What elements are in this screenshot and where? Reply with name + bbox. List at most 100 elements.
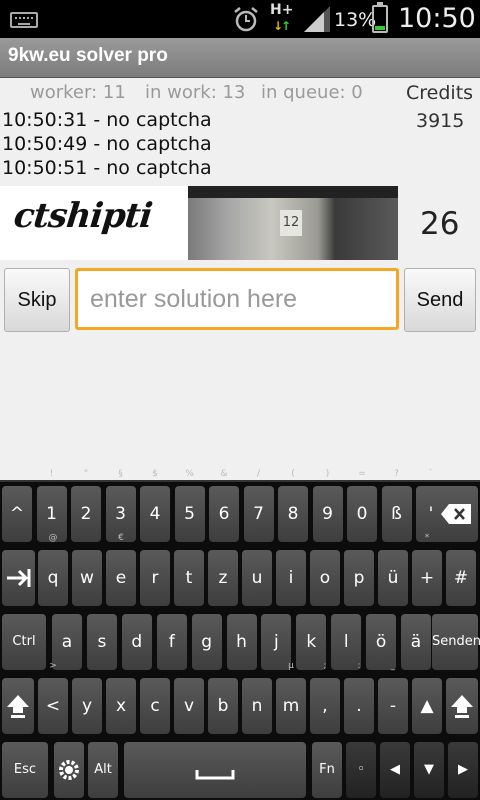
key-%5E[interactable]: ^ (2, 486, 32, 542)
key-i[interactable]: i (276, 550, 306, 606)
nav-center-key[interactable]: ◦ (346, 742, 376, 798)
captcha-text-image: ctshipti (0, 186, 188, 260)
key-p[interactable]: p (344, 550, 374, 606)
space-icon (195, 770, 235, 780)
key-s[interactable]: s (86, 614, 117, 670)
main-content: worker: 11 in work: 13 in queue: 0 Credi… (0, 78, 480, 480)
log-entry: 10:50:31 - no captcha (2, 109, 212, 131)
key-e[interactable]: e € (106, 533, 136, 606)
skip-button[interactable]: Skip (4, 268, 70, 332)
key-alt-char: = (358, 469, 366, 479)
key-alt-char: % (185, 469, 194, 479)
esc-key[interactable]: Esc (2, 742, 48, 798)
key-alt-char: € (118, 533, 124, 543)
shift-icon (451, 695, 473, 718)
backspace-key[interactable] (434, 486, 478, 542)
alt-key[interactable]: Alt (88, 742, 118, 798)
key-alt-char: § (118, 469, 123, 479)
tab-key[interactable] (2, 550, 35, 606)
key-x[interactable]: x (106, 678, 136, 734)
battery-icon (372, 2, 388, 33)
worker-count: worker: 11 (30, 82, 126, 103)
key-v[interactable]: v (174, 678, 204, 734)
status-bar: H+ ↓↑ 13% 10:50 (0, 0, 480, 38)
key-%23[interactable]: #' (446, 533, 476, 606)
key-%2C[interactable]: ,; (310, 661, 340, 734)
key-g[interactable]: g (191, 614, 222, 670)
clock: 10:50 (398, 3, 476, 34)
key-%C3%BC[interactable]: ü (378, 550, 408, 606)
key-9[interactable]: 9) (312, 469, 343, 542)
solution-input[interactable] (75, 268, 399, 330)
shift-right-key[interactable] (446, 678, 478, 734)
soft-keyboard: ^ 1! 2 " 3 § 4 $5% 6 & 7/8(9) 0 = ß? ' ` q @ w e € r t z u i o p ü +… (0, 469, 480, 800)
key-alt-char: _ (390, 661, 396, 671)
captcha-timer: 26 (420, 206, 460, 242)
key-q[interactable]: q @ (38, 533, 68, 606)
log-entry: 10:50:49 - no captcha (2, 133, 212, 155)
space-key[interactable] (124, 742, 306, 798)
key-alt-char: / (256, 469, 261, 479)
key-4[interactable]: 4 $ (140, 469, 170, 542)
key-up-arrow[interactable]: ▲ (412, 678, 442, 734)
key-alt-char: " (83, 469, 89, 479)
key-r[interactable]: r (140, 550, 170, 606)
key-b[interactable]: b (208, 678, 238, 734)
key-t[interactable]: t (174, 550, 204, 606)
key-alt-char: & (220, 469, 228, 479)
in-queue-count: in queue: 0 (261, 82, 363, 103)
key-z[interactable]: z (208, 550, 238, 606)
key-m[interactable]: mµ (276, 661, 306, 734)
key-alt-char: ( (291, 469, 295, 479)
key-f[interactable]: f (156, 614, 187, 670)
key-alt-char: : (357, 661, 361, 671)
app-title-bar: 9kw.eu solver pro (0, 38, 480, 78)
activity-log: 10:50:31 - no captcha 10:50:49 - no capt… (2, 108, 212, 180)
fn-key[interactable]: Fn (312, 742, 342, 798)
in-work-count: in work: 13 (145, 82, 246, 103)
key-alt-char: ; (323, 661, 327, 671)
credits-label: Credits (406, 82, 474, 104)
captcha-photo-image: 12 (188, 186, 398, 260)
settings-key[interactable] (54, 742, 84, 798)
key-2[interactable]: 2 " (71, 469, 101, 542)
alarm-icon (234, 7, 258, 32)
senden-key[interactable]: Senden (432, 614, 480, 670)
key--[interactable]: - _ (378, 661, 408, 734)
key-u[interactable]: u (242, 550, 272, 606)
nav-down-key[interactable]: ▼ (414, 742, 444, 798)
key-6[interactable]: 6 & (209, 469, 239, 542)
tab-icon (6, 569, 30, 587)
key-alt-char: ! (49, 469, 54, 479)
key-alt-char: ` (428, 469, 434, 479)
key-%C3%9F[interactable]: ß? (381, 469, 412, 542)
key-5[interactable]: 5% (174, 469, 205, 542)
send-button[interactable]: Send (404, 268, 476, 332)
key-0[interactable]: 0 = (347, 469, 377, 542)
key-%3C[interactable]: < > (38, 661, 68, 734)
nav-left-key[interactable]: ◀ (380, 742, 410, 798)
key-alt-char: ) (325, 469, 330, 479)
key-alt-char: ? (394, 469, 399, 479)
shift-left-key[interactable] (2, 678, 34, 734)
key-8[interactable]: 8( (278, 469, 308, 542)
key-c[interactable]: c (140, 678, 170, 734)
key-w[interactable]: w (72, 550, 102, 606)
key-h[interactable]: h (226, 614, 257, 670)
key-y[interactable]: y (72, 678, 102, 734)
key-7[interactable]: 7/ (243, 469, 274, 542)
keyboard-icon (10, 12, 38, 28)
key-alt-char: $ (152, 469, 158, 479)
key-%2B[interactable]: + * (412, 533, 442, 606)
backspace-icon (441, 504, 471, 524)
key-n[interactable]: n (242, 678, 272, 734)
key-alt-char: µ (288, 661, 294, 671)
signal-strength-icon (304, 6, 330, 32)
ctrl-key[interactable]: Ctrl (2, 614, 46, 670)
key-o[interactable]: o (310, 550, 340, 606)
key-.[interactable]: .: (344, 661, 374, 734)
battery-percent: 13% (334, 9, 377, 31)
key-d[interactable]: d (121, 614, 152, 670)
credits-value: 3915 (416, 110, 465, 132)
nav-right-key[interactable]: ▶ (448, 742, 478, 798)
